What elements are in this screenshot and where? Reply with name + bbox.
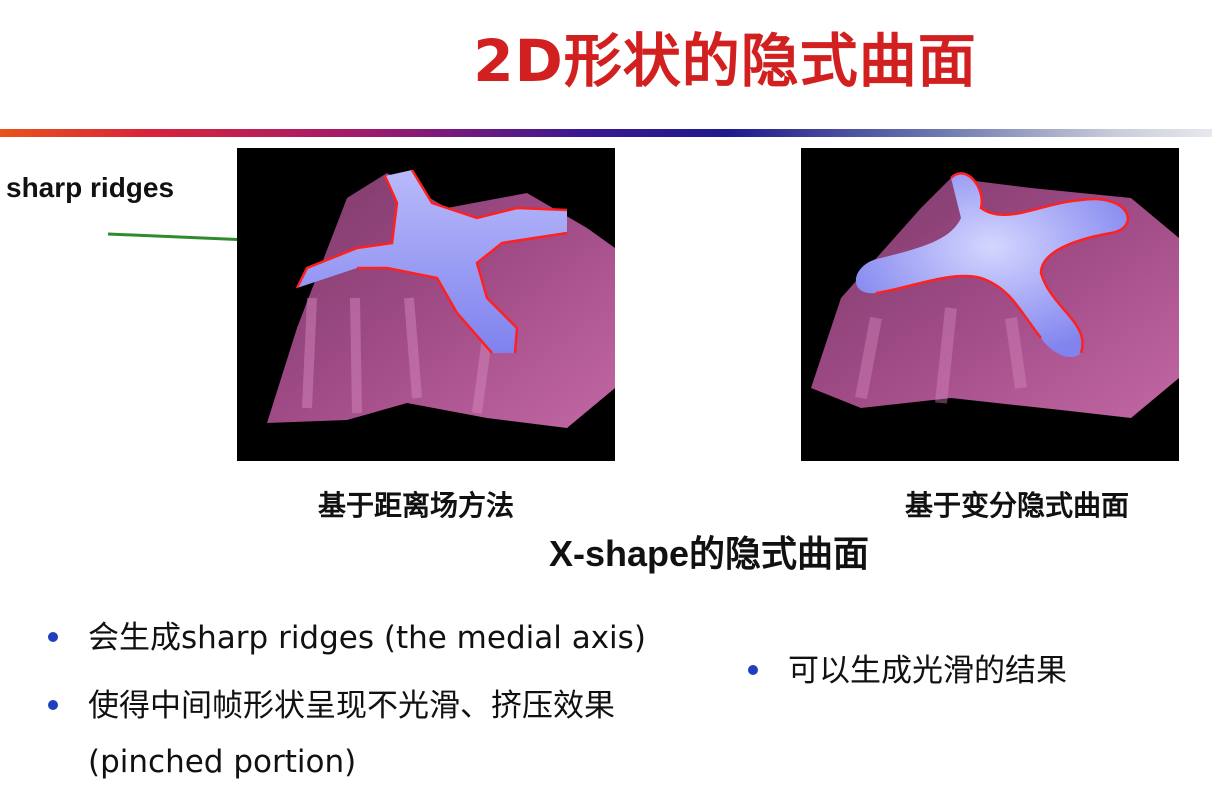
variational-surface-image <box>801 148 1179 461</box>
bullet-item: 可以生成光滑的结果 <box>748 645 1067 697</box>
title-divider <box>0 129 1212 137</box>
bullet-dot-icon <box>48 700 58 710</box>
bullet-text: 使得中间帧形状呈现不光滑、挤压效果 <box>88 688 615 724</box>
left-figure-caption: 基于距离场方法 <box>318 489 515 522</box>
right-figure-caption: 基于变分隐式曲面 <box>905 489 1130 522</box>
bullet-dot-icon <box>48 632 58 642</box>
distance-field-surface-image <box>237 148 615 461</box>
bullet-item: 会生成sharp ridges (the medial axis) <box>48 612 646 664</box>
right-bullet-list: 可以生成光滑的结果 <box>748 645 1067 697</box>
bullet-text: 可以生成光滑的结果 <box>788 653 1067 689</box>
page-title: 2D形状的隐式曲面 <box>473 27 977 95</box>
left-bullet-list: 会生成sharp ridges (the medial axis) 使得中间帧形… <box>48 612 646 788</box>
bullet-item: 使得中间帧形状呈现不光滑、挤压效果 <box>48 680 646 732</box>
bullet-text: (pinched portion) <box>88 744 357 780</box>
sharp-ridges-label: sharp ridges <box>6 172 175 203</box>
distance-field-surface-render <box>237 148 615 461</box>
variational-surface-render <box>801 148 1179 461</box>
figure-subtitle: X-shape的隐式曲面 <box>549 533 870 574</box>
bullet-text: 会生成sharp ridges (the medial axis) <box>88 620 646 656</box>
bullet-continuation: (pinched portion) <box>48 736 646 788</box>
bullet-dot-icon <box>748 665 758 675</box>
